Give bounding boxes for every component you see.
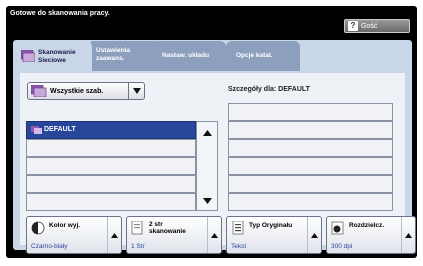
question-icon: ?	[348, 21, 358, 31]
two-sided-title-line2: skanowanie	[149, 228, 186, 235]
template-filter-dropdown[interactable]: Wszystkie szab.	[27, 82, 145, 100]
two-sided-icon	[131, 221, 143, 235]
list-item[interactable]	[26, 157, 196, 175]
detail-row	[228, 175, 393, 193]
guest-button[interactable]: ? Gość	[344, 19, 410, 33]
tab-label: Ustawienia	[96, 47, 130, 54]
list-item[interactable]	[26, 175, 196, 193]
template-list: DEFAULT	[26, 121, 196, 211]
tab-network-scanning[interactable]: Skanowanie Sieciowe	[16, 41, 92, 73]
template-filter-label: Wszystkie szab.	[50, 87, 104, 95]
template-icon	[31, 126, 42, 134]
tab-advanced-settings[interactable]: Ustawienia zaawans.	[88, 41, 160, 71]
list-item-label: DEFAULT	[44, 126, 76, 133]
original-type-title: Typ Oryginału	[249, 222, 293, 229]
tab-label-line2: Sieciowe	[38, 57, 66, 64]
resolution-button[interactable]: Rozdzielcz. 300 dpi	[326, 216, 416, 254]
chevron-up-icon	[307, 217, 321, 253]
list-item[interactable]	[26, 193, 196, 211]
original-type-icon	[232, 221, 244, 235]
chevron-down-icon	[202, 198, 212, 204]
chevron-up-icon	[401, 217, 415, 253]
color-output-icon	[31, 221, 45, 235]
resolution-value: 300 dpi	[331, 243, 353, 250]
detail-row	[228, 103, 393, 121]
scroll-down-button[interactable]	[197, 192, 217, 210]
tab-label-line2: zaawans.	[96, 55, 125, 62]
output-color-value: Czarno-biały	[31, 243, 68, 250]
two-sided-scanning-button[interactable]: 2 str skanowanie 1 Str	[126, 216, 222, 254]
output-color-button[interactable]: Kolor wyj. Czarno-biały	[26, 216, 122, 254]
scroll-up-button[interactable]	[197, 124, 217, 142]
tab-label: Skanowanie	[38, 49, 76, 56]
tab-label: Nastaw. układu	[162, 52, 210, 59]
detail-row	[228, 139, 393, 157]
tab-layout-settings[interactable]: Nastaw. układu	[152, 41, 226, 71]
scan-icon	[31, 85, 47, 97]
original-type-button[interactable]: Typ Oryginału Tekst	[226, 216, 322, 254]
two-sided-value: 1 Str	[131, 243, 145, 250]
list-item[interactable]	[26, 139, 196, 157]
resolution-title: Rozdzielcz.	[349, 222, 385, 229]
details-title: Szczegóły dla: DEFAULT	[228, 86, 310, 93]
output-color-title: Kolor wyj.	[49, 222, 81, 229]
detail-row	[228, 193, 393, 211]
tab-label: Opcje katal.	[236, 52, 273, 59]
two-sided-title: 2 str	[149, 221, 163, 228]
list-item[interactable]: DEFAULT	[26, 121, 196, 139]
scan-icon	[21, 50, 35, 62]
chevron-down-icon	[128, 83, 144, 99]
chevron-up-icon	[107, 217, 121, 253]
detail-row	[228, 157, 393, 175]
chevron-up-icon	[207, 217, 221, 253]
original-type-value: Tekst	[231, 243, 247, 250]
tab-directory-options[interactable]: Opcje katal.	[226, 41, 300, 71]
chevron-up-icon	[202, 130, 212, 136]
status-bar: Gotowe do skanowania pracy. ? Gość	[6, 6, 417, 34]
resolution-icon	[331, 221, 344, 235]
list-scrollbar	[196, 121, 218, 211]
guest-button-label: Gość	[361, 22, 378, 30]
status-message: Gotowe do skanowania pracy.	[10, 10, 110, 17]
detail-row	[228, 121, 393, 139]
